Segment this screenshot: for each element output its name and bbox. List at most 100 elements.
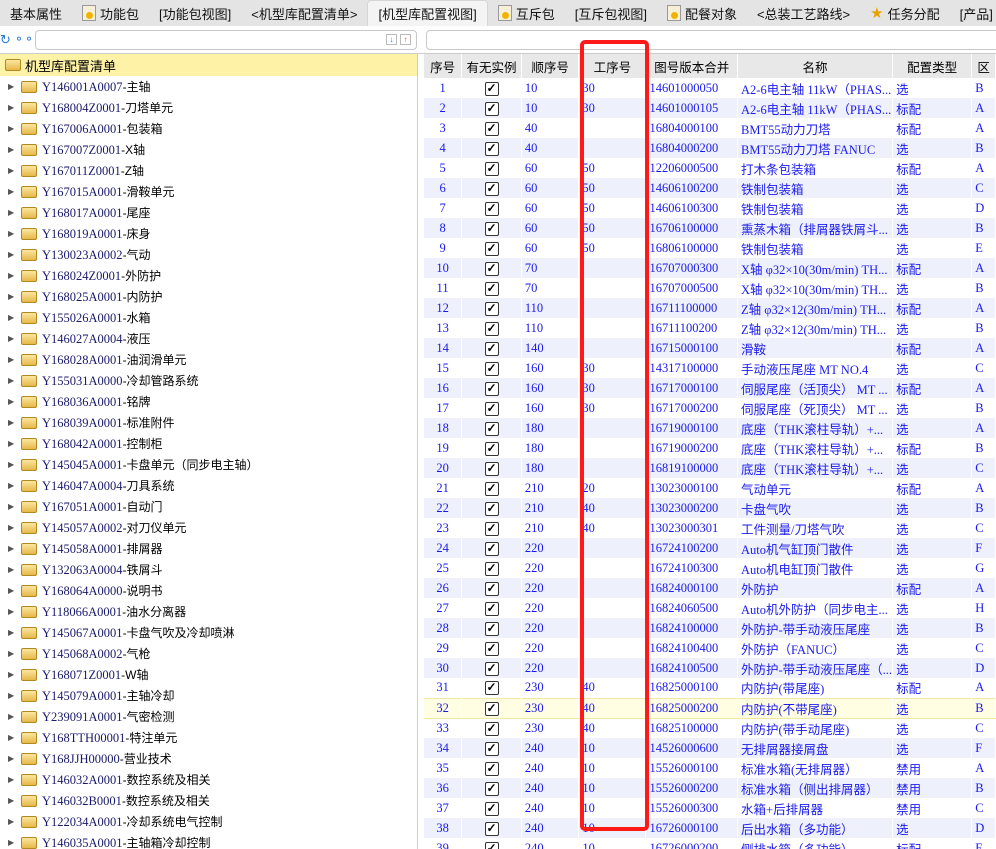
column-header[interactable]: 工序号 — [578, 54, 647, 78]
expand-arrow-icon[interactable]: ▶ — [8, 502, 16, 511]
expand-arrow-icon[interactable]: ▶ — [8, 754, 16, 763]
table-row[interactable]: 33 ✓ 230 40 16825100000 内防护(带手动尾座) 选 C — [424, 718, 996, 738]
expand-arrow-icon[interactable]: ▶ — [8, 355, 16, 364]
expand-arrow-icon[interactable]: ▶ — [8, 481, 16, 490]
tree-item[interactable]: ▶ Y168004Z0001-刀塔单元 — [0, 97, 417, 118]
table-search-input[interactable] — [426, 30, 996, 50]
arrow-up-icon[interactable]: ↑ — [400, 34, 411, 45]
tree-item[interactable]: ▶ Y155026A0001-水箱 — [0, 307, 417, 328]
tree-item[interactable]: ▶ Y146047A0004-刀具系统 — [0, 475, 417, 496]
column-header[interactable]: 图号版本合并 — [645, 54, 739, 78]
table-row[interactable]: 14 ✓ 140 16715000100 滑鞍 标配 A — [424, 338, 996, 358]
table-row[interactable]: 4 ✓ 40 16804000200 BMT55动力刀塔 FANUC 选 B — [424, 138, 996, 158]
tab-9[interactable]: ★ 任务分配 — [860, 0, 949, 26]
expand-arrow-icon[interactable]: ▶ — [8, 376, 16, 385]
instance-checkbox[interactable]: ✓ — [484, 801, 499, 816]
refresh-icon[interactable]: ↻ — [0, 32, 11, 48]
table-row[interactable]: 23 ✓ 210 40 13023000301 工件测量/刀塔气吹选 C — [424, 518, 996, 538]
tree-item[interactable]: ▶ Y118066A0001-油水分离器 — [0, 601, 417, 622]
instance-checkbox[interactable]: ✓ — [484, 121, 499, 136]
table-row[interactable]: 26 ✓ 220 16824000100 外防护 标配 A — [424, 578, 996, 598]
table-row[interactable]: 3 ✓ 40 16804000100 BMT55动力刀塔 标配 A — [424, 118, 996, 138]
tree-item[interactable]: ▶ Y168025A0001-内防护 — [0, 286, 417, 307]
instance-checkbox[interactable]: ✓ — [484, 441, 499, 456]
table-row[interactable]: 34 ✓ 240 10 14526000600 无排屑器接屑盘选 F — [424, 738, 996, 758]
instance-checkbox[interactable]: ✓ — [484, 481, 499, 496]
tree-item[interactable]: ▶ Y132063A0004-铁屑斗 — [0, 559, 417, 580]
table-row[interactable]: 7 ✓ 60 50 14606100300 铁制包装箱选 D — [424, 198, 996, 218]
instance-checkbox[interactable]: ✓ — [484, 341, 499, 356]
table-row[interactable]: 19 ✓ 180 16719000200 底座（THK滚柱导轨）+... 标配 B — [424, 438, 996, 458]
expand-arrow-icon[interactable]: ▶ — [8, 82, 16, 91]
table-row[interactable]: 32 ✓ 230 40 16825000200 内防护(不带尾座) 选 B — [424, 697, 996, 719]
tab-5[interactable]: 互斥包 — [488, 0, 565, 26]
instance-checkbox[interactable]: ✓ — [484, 261, 499, 276]
tree-item[interactable]: ▶ Y146035A0001-主轴箱冷却控制 — [0, 832, 417, 849]
tab-2[interactable]: [功能包视图] — [149, 0, 241, 26]
tree-item[interactable]: ▶ Y146027A0004-液压 — [0, 328, 417, 349]
tree-item[interactable]: ▶ Y167015A0001-滑鞍单元 — [0, 181, 417, 202]
expand-arrow-icon[interactable]: ▶ — [8, 271, 16, 280]
expand-arrow-icon[interactable]: ▶ — [8, 607, 16, 616]
table-row[interactable]: 31 ✓ 230 40 16825000100 内防护(带尾座) 标配 A — [424, 678, 996, 698]
expand-arrow-icon[interactable]: ▶ — [8, 565, 16, 574]
expand-arrow-icon[interactable]: ▶ — [8, 586, 16, 595]
instance-checkbox[interactable]: ✓ — [484, 281, 499, 296]
tree-item[interactable]: ▶ Y168TTH00001-特注单元 — [0, 727, 417, 748]
tree-item[interactable]: ▶ Y168071Z0001-W轴 — [0, 664, 417, 685]
table-row[interactable]: 30 ✓ 220 16824100500 外防护-带手动液压尾座（... 选 D — [424, 658, 996, 678]
tree-item[interactable]: ▶ Y168028A0001-油润滑单元 — [0, 349, 417, 370]
table-row[interactable]: 1 ✓ 10 30 14601000050 A2-6电主轴 11kW（PHAS... 选 B — [424, 78, 996, 98]
table-row[interactable]: 9 ✓ 60 50 16806100000 铁制包装箱选 E — [424, 238, 996, 258]
expand-arrow-icon[interactable]: ▶ — [8, 523, 16, 532]
tree-item[interactable]: ▶ Y168JJH00000-营业技术 — [0, 748, 417, 769]
expand-arrow-icon[interactable]: ▶ — [8, 145, 16, 154]
tree-item[interactable]: ▶ Y168017A0001-尾座 — [0, 202, 417, 223]
expand-arrow-icon[interactable]: ▶ — [8, 208, 16, 217]
tab-0[interactable]: 基本属性 — [0, 0, 72, 26]
expand-arrow-icon[interactable]: ▶ — [8, 166, 16, 175]
tab-6[interactable]: [互斥包视图] — [565, 0, 657, 26]
expand-arrow-icon[interactable]: ▶ — [8, 460, 16, 469]
expand-arrow-icon[interactable]: ▶ — [8, 292, 16, 301]
column-header[interactable]: 区 — [971, 54, 996, 78]
instance-checkbox[interactable]: ✓ — [484, 221, 499, 236]
tree-search-input[interactable]: ↓ ↑ — [35, 30, 417, 50]
table-row[interactable]: 12 ✓ 110 16711100000 Z轴 φ32×12(30m/min) TH..… — [424, 298, 996, 318]
table-row[interactable]: 13 ✓ 110 16711100200 Z轴 φ32×12(30m/min) TH..… — [424, 318, 996, 338]
table-row[interactable]: 15 ✓ 160 30 14317100000 手动液压尾座 MT NO.4 选 C — [424, 358, 996, 378]
tab-7[interactable]: 配餐对象 — [657, 0, 747, 26]
tree-item[interactable]: ▶ Y168024Z0001-外防护 — [0, 265, 417, 286]
instance-checkbox[interactable]: ✓ — [484, 241, 499, 256]
instance-checkbox[interactable]: ✓ — [484, 181, 499, 196]
table-row[interactable]: 16 ✓ 160 30 16717000100 伺服尾座（活顶尖） MT ... 标配 A — [424, 378, 996, 398]
tree-item[interactable]: ▶ Y145067A0001-卡盘气吹及冷却喷淋 — [0, 622, 417, 643]
instance-checkbox[interactable]: ✓ — [484, 581, 499, 596]
instance-checkbox[interactable]: ✓ — [484, 601, 499, 616]
instance-checkbox[interactable]: ✓ — [484, 841, 499, 849]
expand-arrow-icon[interactable]: ▶ — [8, 313, 16, 322]
column-header[interactable]: 序号 — [424, 54, 463, 78]
table-row[interactable]: 27 ✓ 220 16824060500 Auto机外防护（同步电主... 选 H — [424, 598, 996, 618]
expand-arrow-icon[interactable]: ▶ — [8, 796, 16, 805]
instance-checkbox[interactable]: ✓ — [484, 421, 499, 436]
tree-item[interactable]: ▶ Y145079A0001-主轴冷却 — [0, 685, 417, 706]
instance-checkbox[interactable]: ✓ — [484, 761, 499, 776]
instance-checkbox[interactable]: ✓ — [484, 721, 499, 736]
instance-checkbox[interactable]: ✓ — [484, 401, 499, 416]
expand-arrow-icon[interactable]: ▶ — [8, 712, 16, 721]
table-row[interactable]: 6 ✓ 60 50 14606100200 铁制包装箱选 C — [424, 178, 996, 198]
instance-checkbox[interactable]: ✓ — [484, 461, 499, 476]
instance-checkbox[interactable]: ✓ — [484, 321, 499, 336]
instance-checkbox[interactable]: ✓ — [484, 381, 499, 396]
instance-checkbox[interactable]: ✓ — [484, 301, 499, 316]
instance-checkbox[interactable]: ✓ — [484, 501, 499, 516]
instance-checkbox[interactable]: ✓ — [484, 701, 499, 716]
table-row[interactable]: 39 ✓ 2401016726000200侧排水箱（多功能）标配E — [424, 838, 996, 849]
tab-1[interactable]: 功能包 — [72, 0, 149, 26]
expand-arrow-icon[interactable]: ▶ — [8, 838, 16, 847]
table-row[interactable]: 22 ✓ 210 40 13023000200 卡盘气吹选 B — [424, 498, 996, 518]
expand-arrow-icon[interactable]: ▶ — [8, 187, 16, 196]
expand-arrow-icon[interactable]: ▶ — [8, 817, 16, 826]
tree-item[interactable]: ▶ Y168036A0001-铭牌 — [0, 391, 417, 412]
